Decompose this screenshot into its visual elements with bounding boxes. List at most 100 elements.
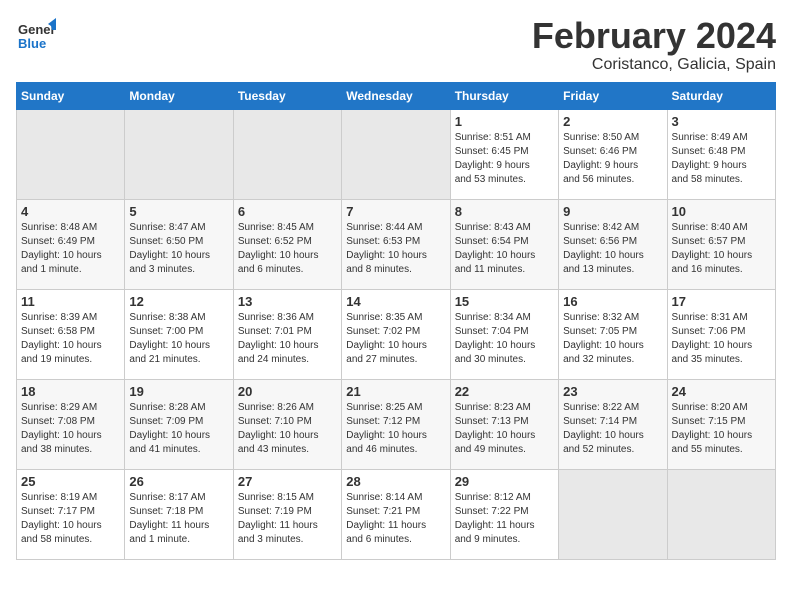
day-info: Sunrise: 8:22 AM Sunset: 7:14 PM Dayligh… <box>563 401 662 457</box>
calendar-week-row: 11 Sunrise: 8:39 AM Sunset: 6:58 PM Dayli… <box>17 289 776 379</box>
day-info: Sunrise: 8:29 AM Sunset: 7:08 PM Dayligh… <box>21 401 120 457</box>
day-number: 18 <box>21 384 120 399</box>
calendar-day-cell <box>17 109 125 199</box>
month-title: February 2024 <box>532 16 776 56</box>
svg-text:Blue: Blue <box>18 36 46 51</box>
day-info: Sunrise: 8:40 AM Sunset: 6:57 PM Dayligh… <box>672 221 771 277</box>
calendar-day-cell <box>559 469 667 559</box>
calendar-day-cell: 17 Sunrise: 8:31 AM Sunset: 7:06 PM Dayli… <box>667 289 775 379</box>
calendar-week-row: 4 Sunrise: 8:48 AM Sunset: 6:49 PM Daylig… <box>17 199 776 289</box>
calendar-day-cell: 16Sunrise: 8:32 AM Sunset: 7:05 PM Dayli… <box>559 289 667 379</box>
day-number: 3 <box>672 114 771 129</box>
day-number: 27 <box>238 474 337 489</box>
day-number: 17 <box>672 294 771 309</box>
calendar-day-cell: 12 Sunrise: 8:38 AM Sunset: 7:00 PM Dayli… <box>125 289 233 379</box>
day-info: Sunrise: 8:28 AM Sunset: 7:09 PM Dayligh… <box>129 401 228 457</box>
day-info: Sunrise: 8:51 AM Sunset: 6:45 PM Dayligh… <box>455 131 554 187</box>
calendar-day-cell: 26 Sunrise: 8:17 AM Sunset: 7:18 PM Dayli… <box>125 469 233 559</box>
calendar-day-cell: 23 Sunrise: 8:22 AM Sunset: 7:14 PM Dayli… <box>559 379 667 469</box>
calendar-day-cell: 7Sunrise: 8:44 AM Sunset: 6:53 PM Daylig… <box>342 199 450 289</box>
calendar-day-header: Thursday <box>450 82 558 109</box>
calendar-day-cell: 14Sunrise: 8:35 AM Sunset: 7:02 PM Dayli… <box>342 289 450 379</box>
calendar-day-cell: 2 Sunrise: 8:50 AM Sunset: 6:46 PM Daylig… <box>559 109 667 199</box>
day-number: 11 <box>21 294 120 309</box>
calendar-day-cell: 21Sunrise: 8:25 AM Sunset: 7:12 PM Dayli… <box>342 379 450 469</box>
day-number: 7 <box>346 204 445 219</box>
day-number: 9 <box>563 204 662 219</box>
calendar-day-header: Saturday <box>667 82 775 109</box>
calendar-week-row: 25 Sunrise: 8:19 AM Sunset: 7:17 PM Dayli… <box>17 469 776 559</box>
day-info: Sunrise: 8:50 AM Sunset: 6:46 PM Dayligh… <box>563 131 662 187</box>
calendar-week-row: 1 Sunrise: 8:51 AM Sunset: 6:45 PM Daylig… <box>17 109 776 199</box>
day-number: 2 <box>563 114 662 129</box>
calendar-day-header: Monday <box>125 82 233 109</box>
calendar-day-cell: 1 Sunrise: 8:51 AM Sunset: 6:45 PM Daylig… <box>450 109 558 199</box>
day-info: Sunrise: 8:42 AM Sunset: 6:56 PM Dayligh… <box>563 221 662 277</box>
day-number: 15 <box>455 294 554 309</box>
day-number: 26 <box>129 474 228 489</box>
calendar-day-cell <box>342 109 450 199</box>
day-number: 25 <box>21 474 120 489</box>
day-info: Sunrise: 8:48 AM Sunset: 6:49 PM Dayligh… <box>21 221 120 277</box>
day-info: Sunrise: 8:31 AM Sunset: 7:06 PM Dayligh… <box>672 311 771 367</box>
calendar-day-cell: 9 Sunrise: 8:42 AM Sunset: 6:56 PM Daylig… <box>559 199 667 289</box>
day-info: Sunrise: 8:32 AM Sunset: 7:05 PM Dayligh… <box>563 311 662 367</box>
calendar-day-cell: 4 Sunrise: 8:48 AM Sunset: 6:49 PM Daylig… <box>17 199 125 289</box>
calendar-header-row: SundayMondayTuesdayWednesdayThursdayFrid… <box>17 82 776 109</box>
calendar-day-cell: 25 Sunrise: 8:19 AM Sunset: 7:17 PM Dayli… <box>17 469 125 559</box>
day-info: Sunrise: 8:17 AM Sunset: 7:18 PM Dayligh… <box>129 491 228 547</box>
calendar-day-cell: 24 Sunrise: 8:20 AM Sunset: 7:15 PM Dayli… <box>667 379 775 469</box>
calendar-day-cell: 15 Sunrise: 8:34 AM Sunset: 7:04 PM Dayli… <box>450 289 558 379</box>
calendar-day-header: Friday <box>559 82 667 109</box>
calendar-day-header: Sunday <box>17 82 125 109</box>
calendar-day-cell <box>125 109 233 199</box>
calendar-day-cell: 6 Sunrise: 8:45 AM Sunset: 6:52 PM Daylig… <box>233 199 341 289</box>
title-area: February 2024 Coristanco, Galicia, Spain <box>532 16 776 74</box>
day-info: Sunrise: 8:19 AM Sunset: 7:17 PM Dayligh… <box>21 491 120 547</box>
calendar-day-cell <box>233 109 341 199</box>
calendar-day-cell: 20Sunrise: 8:26 AM Sunset: 7:10 PM Dayli… <box>233 379 341 469</box>
day-info: Sunrise: 8:38 AM Sunset: 7:00 PM Dayligh… <box>129 311 228 367</box>
calendar-day-cell: 27 Sunrise: 8:15 AM Sunset: 7:19 PM Dayli… <box>233 469 341 559</box>
logo: General Blue <box>16 16 56 61</box>
day-info: Sunrise: 8:14 AM Sunset: 7:21 PM Dayligh… <box>346 491 445 547</box>
calendar-day-cell: 11 Sunrise: 8:39 AM Sunset: 6:58 PM Dayli… <box>17 289 125 379</box>
day-number: 29 <box>455 474 554 489</box>
day-number: 5 <box>129 204 228 219</box>
calendar-day-cell: 29 Sunrise: 8:12 AM Sunset: 7:22 PM Dayli… <box>450 469 558 559</box>
day-info: Sunrise: 8:47 AM Sunset: 6:50 PM Dayligh… <box>129 221 228 277</box>
day-number: 4 <box>21 204 120 219</box>
day-info: Sunrise: 8:20 AM Sunset: 7:15 PM Dayligh… <box>672 401 771 457</box>
calendar-day-cell: 22Sunrise: 8:23 AM Sunset: 7:13 PM Dayli… <box>450 379 558 469</box>
calendar-day-cell: 8 Sunrise: 8:43 AM Sunset: 6:54 PM Daylig… <box>450 199 558 289</box>
location-title: Coristanco, Galicia, Spain <box>532 56 776 74</box>
day-info: Sunrise: 8:39 AM Sunset: 6:58 PM Dayligh… <box>21 311 120 367</box>
day-number: 1 <box>455 114 554 129</box>
calendar-week-row: 18 Sunrise: 8:29 AM Sunset: 7:08 PM Dayli… <box>17 379 776 469</box>
calendar-day-header: Wednesday <box>342 82 450 109</box>
day-number: 28 <box>346 474 445 489</box>
page-header: General Blue February 2024 Coristanco, G… <box>16 16 776 74</box>
day-info: Sunrise: 8:23 AM Sunset: 7:13 PM Dayligh… <box>455 401 554 457</box>
day-number: 19 <box>129 384 228 399</box>
day-info: Sunrise: 8:43 AM Sunset: 6:54 PM Dayligh… <box>455 221 554 277</box>
calendar-day-header: Tuesday <box>233 82 341 109</box>
day-number: 6 <box>238 204 337 219</box>
calendar-day-cell: 18 Sunrise: 8:29 AM Sunset: 7:08 PM Dayli… <box>17 379 125 469</box>
day-info: Sunrise: 8:36 AM Sunset: 7:01 PM Dayligh… <box>238 311 337 367</box>
day-number: 12 <box>129 294 228 309</box>
day-number: 24 <box>672 384 771 399</box>
day-info: Sunrise: 8:12 AM Sunset: 7:22 PM Dayligh… <box>455 491 554 547</box>
calendar-table: SundayMondayTuesdayWednesdayThursdayFrid… <box>16 82 776 560</box>
day-number: 10 <box>672 204 771 219</box>
day-info: Sunrise: 8:25 AM Sunset: 7:12 PM Dayligh… <box>346 401 445 457</box>
day-info: Sunrise: 8:26 AM Sunset: 7:10 PM Dayligh… <box>238 401 337 457</box>
day-number: 13 <box>238 294 337 309</box>
day-number: 23 <box>563 384 662 399</box>
calendar-day-cell: 3Sunrise: 8:49 AM Sunset: 6:48 PM Daylig… <box>667 109 775 199</box>
day-number: 8 <box>455 204 554 219</box>
day-info: Sunrise: 8:45 AM Sunset: 6:52 PM Dayligh… <box>238 221 337 277</box>
day-info: Sunrise: 8:34 AM Sunset: 7:04 PM Dayligh… <box>455 311 554 367</box>
calendar-day-cell: 13 Sunrise: 8:36 AM Sunset: 7:01 PM Dayli… <box>233 289 341 379</box>
day-info: Sunrise: 8:15 AM Sunset: 7:19 PM Dayligh… <box>238 491 337 547</box>
